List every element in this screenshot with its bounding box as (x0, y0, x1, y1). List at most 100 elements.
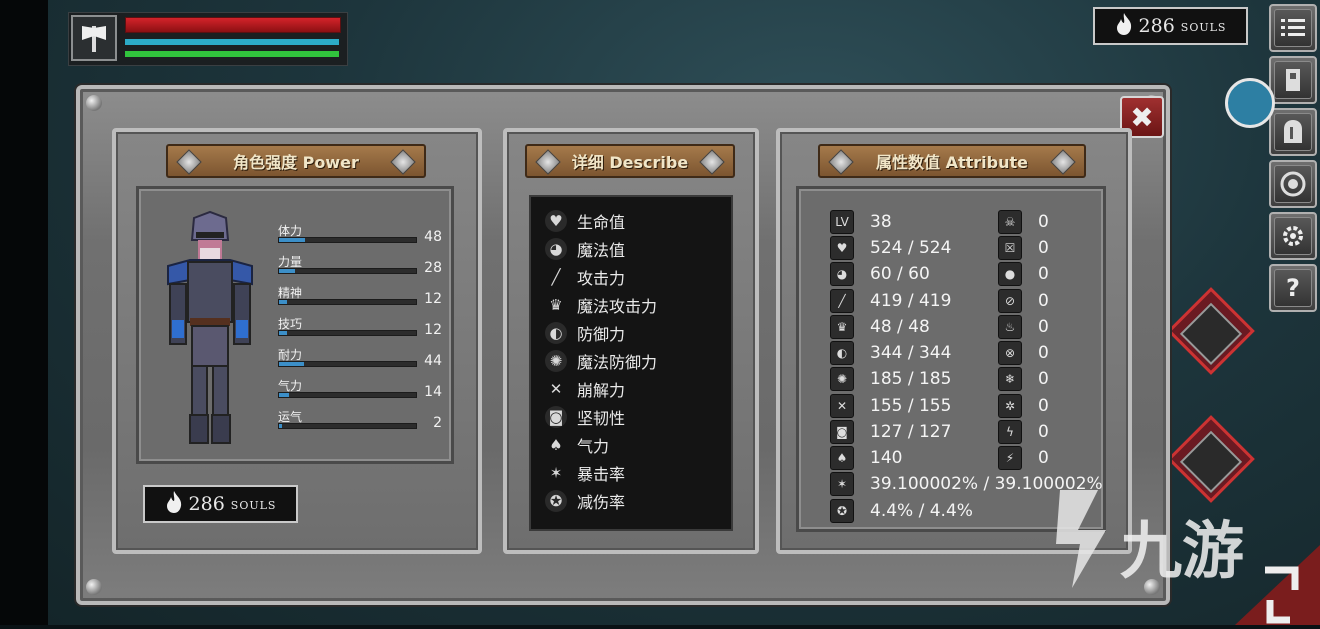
attr-poison-resist: ☠ 0 (998, 210, 1049, 234)
describe-item-hp: ♥ 生命值 (545, 208, 625, 234)
stat-spirit: 精神 12 (278, 286, 442, 307)
skull-icon: ☠ (998, 210, 1022, 234)
shield-icon: ◐ (830, 341, 854, 365)
helmet-icon (1274, 113, 1312, 151)
lightning-icon: ϟ (998, 420, 1022, 444)
magic-shield-icon: ✺ (830, 367, 854, 391)
attr-hp: ♥ 524 / 524 (830, 236, 951, 260)
describe-item-attack: ╱ 攻击力 (545, 264, 625, 290)
attr-curse-resist: ☒ 0 (998, 236, 1049, 260)
flame-icon (165, 490, 183, 518)
skill-icon (1274, 165, 1312, 203)
heart-icon: ♥ (830, 236, 854, 260)
describe-item-crit: ✶ 暴击率 (545, 460, 625, 486)
star-icon: ✶ (549, 464, 563, 482)
attr-break: ✕ 155 / 155 (830, 394, 951, 418)
letterbox-left (0, 0, 48, 625)
sword-icon: ╱ (551, 268, 561, 286)
stat-bar (278, 423, 417, 429)
attr-defense: ◐ 344 / 344 (830, 341, 951, 365)
broken-sword-icon: ✕ (830, 394, 854, 418)
skull-crossed-icon: ☒ (998, 236, 1022, 260)
fire-icon: ♨ (998, 315, 1022, 339)
axe-icon[interactable] (71, 15, 117, 61)
helmet-icon: ◙ (545, 406, 567, 428)
watermark-text: 九游 (1120, 514, 1244, 587)
shield-icon: ◐ (545, 322, 567, 344)
character-model (160, 210, 260, 450)
stamina-bar (125, 51, 339, 57)
badge-icon: ✪ (830, 499, 854, 523)
attr-fire-immune: ⊗ 0 (998, 341, 1049, 365)
attr-mp: ◕ 60 / 60 (830, 262, 930, 286)
character-button[interactable] (1269, 56, 1317, 104)
stat-bar (278, 268, 417, 274)
crown-icon: ♛ (830, 315, 854, 339)
drop-crossed-icon: ⊘ (998, 289, 1022, 313)
describe-item-vigor: ♠ 气力 (545, 432, 609, 458)
attribute-panel-title: 属性数值 Attribute (818, 144, 1086, 178)
mana-bar (125, 39, 339, 45)
skill-button[interactable] (1269, 160, 1317, 208)
watermark-logo: 九游 (1020, 460, 1320, 625)
attr-magic-attack: ♛ 48 / 48 (830, 315, 930, 339)
souls-unit: SOULS (230, 499, 277, 512)
lightning-crossed-icon: ⚡ (998, 446, 1022, 470)
player-hud (68, 12, 348, 66)
attr-attack: ╱ 419 / 419 (830, 289, 951, 313)
describe-item-magic-defense: ✺ 魔法防御力 (545, 348, 657, 374)
describe-item-damage-reduction: ✪ 减伤率 (545, 488, 625, 514)
helmet-icon: ◙ (830, 420, 854, 444)
brain-icon: ◕ (830, 262, 854, 286)
attr-level: LV 38 (830, 210, 892, 234)
attr-frost-resist: ❄ 0 (998, 367, 1049, 391)
stat-bar (278, 392, 417, 398)
attr-bleed-immune: ⊘ 0 (998, 289, 1049, 313)
stat-bar (278, 330, 417, 336)
attr-vigor: ♠ 140 (830, 446, 902, 470)
settings-button[interactable] (1269, 212, 1317, 260)
stat-luck: 运气 2 (278, 410, 442, 431)
health-bar (125, 17, 341, 33)
drop-icon: ● (998, 262, 1022, 286)
fire-crossed-icon: ⊗ (998, 341, 1022, 365)
snowflake-crossed-icon: ✲ (998, 394, 1022, 418)
stat-stamina: 体力 48 (278, 224, 442, 245)
describe-item-magic-attack: ♛ 魔法攻击力 (545, 292, 657, 318)
describe-panel-title: 详细 Describe (525, 144, 735, 178)
stat-bar (278, 299, 417, 305)
describe-item-toughness: ◙ 坚韧性 (545, 404, 625, 430)
help-button[interactable]: ? (1269, 264, 1317, 312)
crown-icon: ♛ (549, 296, 563, 314)
attr-bleed-resist: ● 0 (998, 262, 1049, 286)
attr-toughness: ◙ 127 / 127 (830, 420, 951, 444)
magic-shield-icon: ✺ (545, 350, 567, 372)
attr-magic-defense: ✺ 185 / 185 (830, 367, 951, 391)
souls-counter-top: 286 SOULS (1093, 7, 1248, 45)
level-icon: LV (830, 210, 854, 234)
flame-icon (1115, 12, 1133, 40)
sprint-icon[interactable] (1225, 78, 1275, 128)
equipment-button[interactable] (1269, 108, 1317, 156)
souls-amount: 286 (1138, 15, 1175, 37)
snowflake-icon: ❄ (998, 367, 1022, 391)
attr-frost-immune: ✲ 0 (998, 394, 1049, 418)
stat-vigor: 气力 14 (278, 379, 442, 400)
lungs-icon: ♠ (830, 446, 854, 470)
stat-strength: 力量 28 (278, 255, 442, 276)
power-panel-title: 角色强度 Power (166, 144, 426, 178)
star-icon: ✶ (830, 472, 854, 496)
settings-gear-icon (1274, 217, 1312, 255)
souls-amount: 286 (188, 493, 225, 515)
broken-sword-icon: ✕ (549, 380, 563, 398)
close-icon: ✖ (1130, 100, 1154, 134)
describe-item-break: ✕ 崩解力 (545, 376, 625, 402)
describe-item-mp: ◕ 魔法值 (545, 236, 625, 262)
character-icon (1274, 61, 1312, 99)
stat-bar (278, 237, 417, 243)
menu-button[interactable] (1269, 4, 1317, 52)
souls-counter-panel: 286 SOULS (143, 485, 298, 523)
heart-icon: ♥ (545, 210, 567, 232)
describe-item-defense: ◐ 防御力 (545, 320, 625, 346)
lungs-icon: ♠ (549, 436, 563, 454)
